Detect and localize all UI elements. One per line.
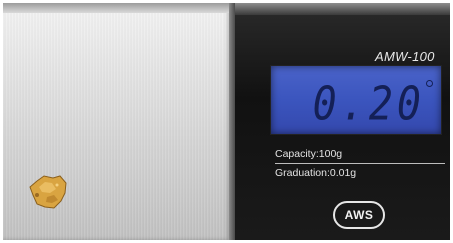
gold-nugget [29,175,67,209]
lcd-display: 0.20 [270,65,442,135]
model-label: AMW-100 [375,49,435,64]
graduation-label: Graduation:0.01g [275,167,357,179]
spec-divider [275,163,445,164]
lcd-indicator-icon [426,80,433,87]
brand-logo: AWS [333,201,385,229]
scale-rim [235,3,450,15]
photo-frame: AMW-100 0.20 Capacity:100g Graduation:0.… [3,3,450,240]
platform-edge-top [3,3,231,13]
brand-logo-text: AWS [344,208,374,222]
weight-reading: 0.20 [312,78,425,131]
capacity-label: Capacity:100g [275,148,343,160]
